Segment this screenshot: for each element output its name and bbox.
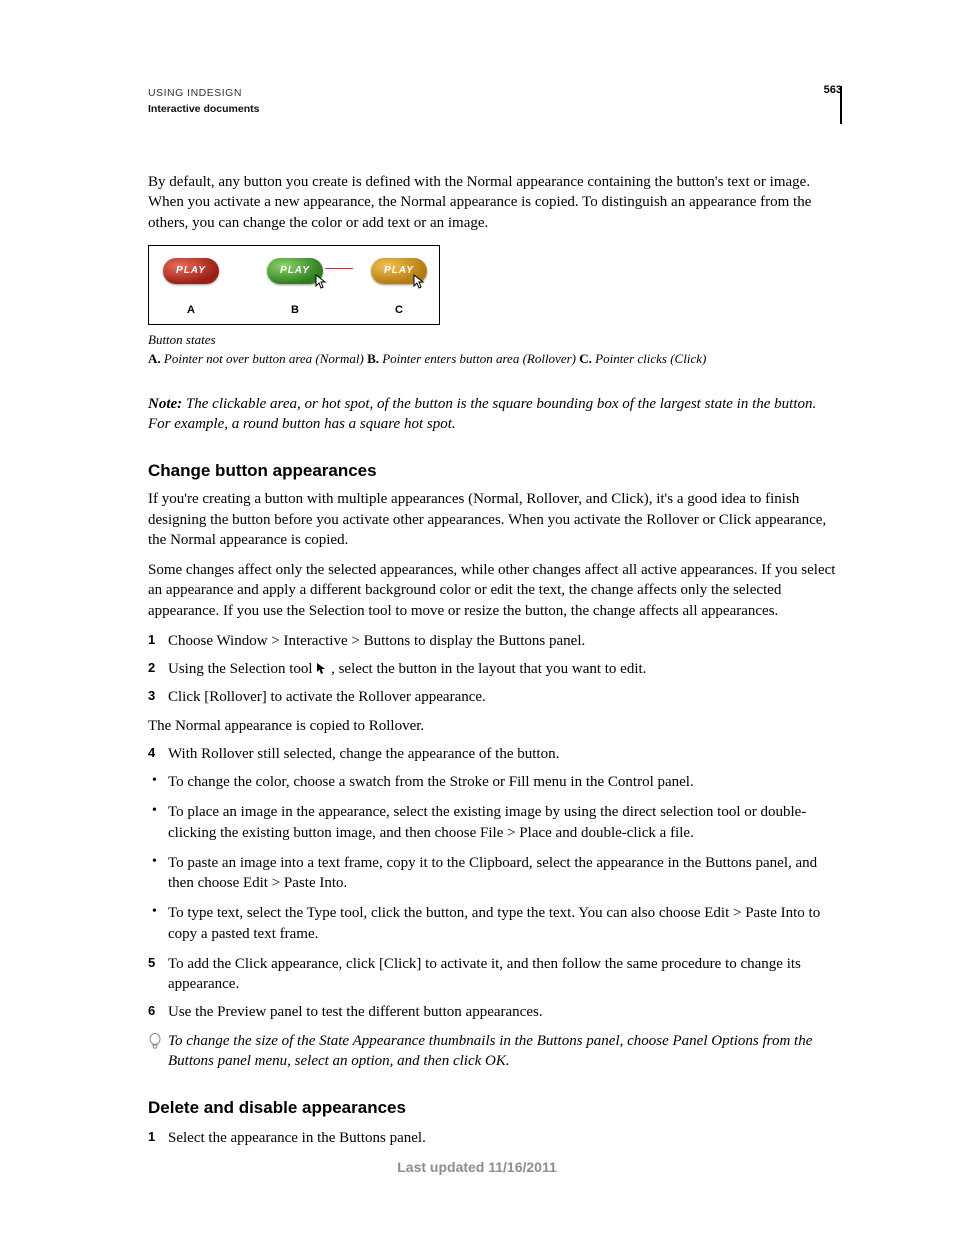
header-section: Interactive documents xyxy=(148,102,826,116)
figure-legend: A. Pointer not over button area (Normal)… xyxy=(148,350,842,368)
legend-key-a: A. xyxy=(148,351,161,366)
page-footer: Last updated 11/16/2011 xyxy=(0,1158,954,1177)
note-label: Note: xyxy=(148,396,186,412)
legend-key-c: C. xyxy=(579,351,592,366)
page-header: USING INDESIGN Interactive documents 563 xyxy=(148,86,842,124)
figure-label-c: C xyxy=(395,303,403,318)
delete-step-1-text: Select the appearance in the Buttons pan… xyxy=(168,1130,426,1146)
step-4: 4With Rollover still selected, change th… xyxy=(148,744,842,764)
delete-steps: 1Select the appearance in the Buttons pa… xyxy=(148,1128,842,1148)
play-label: PLAY xyxy=(384,264,414,278)
steps-list-cont: 4With Rollover still selected, change th… xyxy=(148,744,842,764)
step-4-text: With Rollover still selected, change the… xyxy=(168,746,559,762)
heading-delete-disable: Delete and disable appearances xyxy=(148,1097,842,1120)
heading-change-appearances: Change button appearances xyxy=(148,460,842,483)
step-2: 2 Using the Selection tool , select the … xyxy=(148,659,842,679)
cursor-icon xyxy=(413,274,425,290)
step-6: 6Use the Preview panel to test the diffe… xyxy=(148,1002,842,1022)
bullet-3: To paste an image into a text frame, cop… xyxy=(148,853,842,894)
selection-tool-icon xyxy=(316,661,327,674)
delete-step-1: 1Select the appearance in the Buttons pa… xyxy=(148,1128,842,1148)
button-states-figure: PLAY PLAY PLAY A B C xyxy=(148,245,440,325)
play-label: PLAY xyxy=(280,264,310,278)
tip-paragraph: To change the size of the State Appearan… xyxy=(148,1031,842,1072)
figure-label-b: B xyxy=(291,303,299,318)
lightbulb-icon xyxy=(148,1033,162,1051)
step-1-text: Choose Window > Interactive > Buttons to… xyxy=(168,633,585,649)
step-2-post: , select the button in the layout that y… xyxy=(331,661,646,677)
bullet-4: To type text, select the Type tool, clic… xyxy=(148,903,842,944)
callout-line xyxy=(325,268,353,269)
cursor-icon xyxy=(315,274,327,290)
figure-caption: Button states xyxy=(148,331,842,349)
bullet-3-text: To paste an image into a text frame, cop… xyxy=(168,855,817,891)
step-5: 5To add the Click appearance, click [Cli… xyxy=(148,954,842,995)
note-text: The clickable area, or hot spot, of the … xyxy=(148,396,816,432)
legend-key-b: B. xyxy=(367,351,379,366)
steps-list: 1Choose Window > Interactive > Buttons t… xyxy=(148,631,842,708)
change-para1: If you're creating a button with multipl… xyxy=(148,489,842,550)
bullet-2-text: To place an image in the appearance, sel… xyxy=(168,804,806,840)
step-3-text: Click [Rollover] to activate the Rollove… xyxy=(168,689,486,705)
step-3: 3Click [Rollover] to activate the Rollov… xyxy=(148,687,842,707)
figure-label-a: A xyxy=(187,303,195,318)
steps-list-end: 5To add the Click appearance, click [Cli… xyxy=(148,954,842,1023)
legend-text-b: Pointer enters button area (Rollover) xyxy=(379,351,579,366)
step-5-text: To add the Click appearance, click [Clic… xyxy=(168,956,801,992)
header-product: USING INDESIGN xyxy=(148,86,826,100)
note-paragraph: Note: The clickable area, or hot spot, o… xyxy=(148,394,842,435)
step-2-pre: Using the Selection tool xyxy=(168,661,316,677)
step-6-text: Use the Preview panel to test the differ… xyxy=(168,1004,543,1020)
legend-text-c: Pointer clicks (Click) xyxy=(592,351,706,366)
play-button-normal: PLAY xyxy=(163,258,219,284)
legend-text-a: Pointer not over button area (Normal) xyxy=(161,351,367,366)
bullet-4-text: To type text, select the Type tool, clic… xyxy=(168,905,820,941)
bullet-1-text: To change the color, choose a swatch fro… xyxy=(168,774,694,790)
page-content: USING INDESIGN Interactive documents 563… xyxy=(148,86,842,1156)
step-4-bullets: To change the color, choose a swatch fro… xyxy=(148,772,842,944)
play-label: PLAY xyxy=(176,264,206,278)
bullet-2: To place an image in the appearance, sel… xyxy=(148,802,842,843)
change-para2: Some changes affect only the selected ap… xyxy=(148,560,842,621)
intro-paragraph: By default, any button you create is def… xyxy=(148,172,842,233)
page-number: 563 xyxy=(824,83,842,98)
step-3-result: The Normal appearance is copied to Rollo… xyxy=(148,716,842,736)
bullet-1: To change the color, choose a swatch fro… xyxy=(148,772,842,792)
tip-text: To change the size of the State Appearan… xyxy=(168,1033,812,1069)
step-1: 1Choose Window > Interactive > Buttons t… xyxy=(148,631,842,651)
